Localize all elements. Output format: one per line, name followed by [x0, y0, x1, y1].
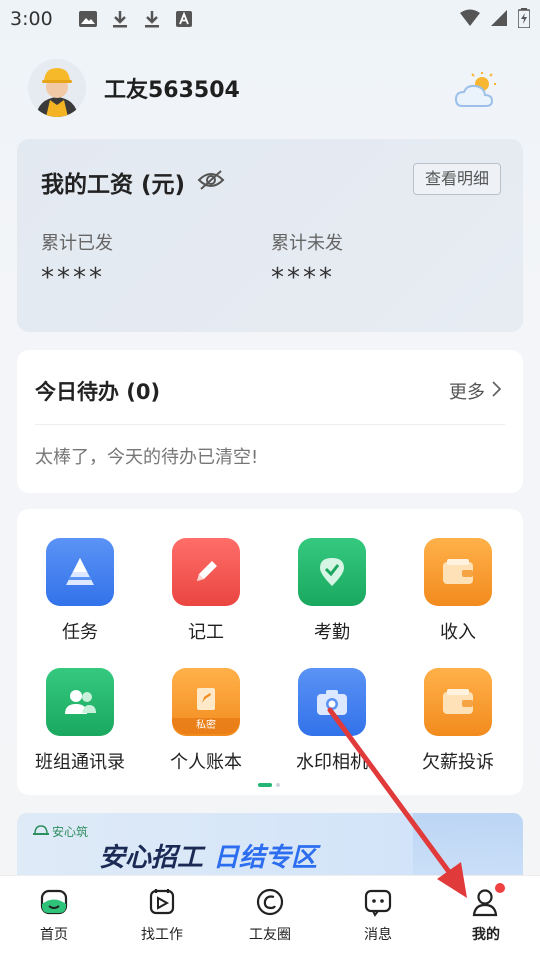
status-time: 3:00: [10, 8, 53, 30]
profile-icon: [470, 883, 505, 918]
grid-label: 欠薪投诉: [422, 752, 494, 773]
profile-header: 工友563504: [28, 56, 512, 120]
grid-label: 班组通讯录: [35, 752, 125, 773]
circle-icon: [254, 886, 286, 918]
tab-label: 工友圈: [249, 927, 291, 943]
todo-title: 今日待办 (0): [35, 380, 161, 404]
grid-label: 任务: [62, 622, 98, 643]
status-icons-left: [78, 10, 193, 28]
more-label: 更多: [449, 382, 485, 403]
message-icon: [362, 886, 394, 918]
bottom-tab-bar: 首页 找工作 工友圈 消息 我的: [0, 875, 540, 960]
tab-label: 首页: [40, 927, 68, 943]
contacts-icon: [46, 668, 114, 736]
image-icon: [78, 10, 97, 28]
page-indicator: [258, 783, 280, 787]
download-icon: [111, 10, 129, 28]
page-dot: [276, 783, 280, 787]
tab-label: 找工作: [141, 927, 183, 943]
feature-grid: 任务 记工 考勤 收入 班组通讯录 私密 个人账本 水印相机 欠薪投诉: [17, 509, 523, 795]
tab-messages[interactable]: 消息: [324, 876, 432, 960]
eye-off-icon[interactable]: [197, 169, 225, 195]
tab-workers-circle[interactable]: 工友圈: [216, 876, 324, 960]
wifi-icon: [460, 9, 480, 31]
camera-icon: [298, 668, 366, 736]
banner-logo: 安心筑: [33, 823, 88, 840]
battery-icon: [517, 8, 531, 32]
avatar[interactable]: [28, 59, 86, 117]
pencil-icon: [172, 538, 240, 606]
notification-dot: [495, 883, 505, 893]
banner-decoration: [413, 813, 523, 877]
promo-banner[interactable]: 安心筑 安心招工 日结专区: [17, 813, 523, 877]
banner-title-part2: 日结专区: [213, 843, 318, 873]
download-icon: [143, 10, 161, 28]
grid-item-task[interactable]: 任务: [17, 538, 143, 644]
home-icon: [38, 886, 70, 918]
grid-item-watermark-camera[interactable]: 水印相机: [269, 668, 395, 774]
grid-item-attendance[interactable]: 考勤: [269, 538, 395, 644]
tab-find-job[interactable]: 找工作: [108, 876, 216, 960]
grid-label: 个人账本: [170, 752, 242, 773]
grid-item-wage-complaint[interactable]: 欠薪投诉: [395, 668, 521, 774]
grid-item-income[interactable]: 收入: [395, 538, 521, 644]
tab-label: 消息: [364, 927, 392, 943]
hat-icon: [33, 824, 49, 839]
grid-item-record-work[interactable]: 记工: [143, 538, 269, 644]
tab-label: 我的: [472, 927, 500, 943]
status-icons-right: [460, 8, 531, 32]
page-dot-active: [258, 783, 272, 787]
grid-item-personal-ledger[interactable]: 私密 个人账本: [143, 668, 269, 774]
divider: [35, 424, 505, 425]
font-icon: [175, 10, 193, 28]
view-detail-button[interactable]: 查看明细: [412, 163, 501, 195]
salary-card: 我的工资 (元) 查看明细 累计已发 **** 累计未发 ****: [17, 139, 523, 332]
wallet-icon: [424, 668, 492, 736]
grid-item-contacts[interactable]: 班组通讯录: [17, 668, 143, 774]
unpaid-label: 累计未发: [271, 233, 343, 254]
todo-empty-text: 太棒了，今天的待办已清空!: [35, 447, 259, 468]
salary-title: 我的工资 (元): [41, 172, 186, 198]
location-check-icon: [298, 538, 366, 606]
unpaid-value: ****: [271, 263, 335, 293]
task-icon: [46, 538, 114, 606]
find-job-icon: [146, 886, 178, 918]
chevron-right-icon: [491, 380, 502, 402]
grid-label: 收入: [440, 622, 476, 643]
ledger-icon: 私密: [172, 668, 240, 736]
private-badge: 私密: [172, 718, 240, 734]
todo-card: 今日待办 (0) 更多 太棒了，今天的待办已清空!: [17, 350, 523, 493]
banner-title-part1: 安心招工: [99, 843, 204, 873]
paid-value: ****: [41, 263, 105, 293]
wallet-icon: [424, 538, 492, 606]
tab-profile[interactable]: 我的: [432, 876, 540, 960]
grid-label: 水印相机: [296, 752, 368, 773]
banner-logo-text: 安心筑: [52, 825, 89, 839]
more-link[interactable]: 更多: [449, 378, 502, 404]
tab-home[interactable]: 首页: [0, 876, 108, 960]
paid-label: 累计已发: [41, 233, 113, 254]
status-bar: 3:00: [0, 0, 540, 38]
grid-label: 记工: [188, 622, 224, 643]
cloud-sun-icon[interactable]: [454, 70, 498, 114]
signal-icon: [490, 9, 508, 31]
username: 工友563504: [104, 78, 240, 103]
grid-label: 考勤: [314, 622, 350, 643]
